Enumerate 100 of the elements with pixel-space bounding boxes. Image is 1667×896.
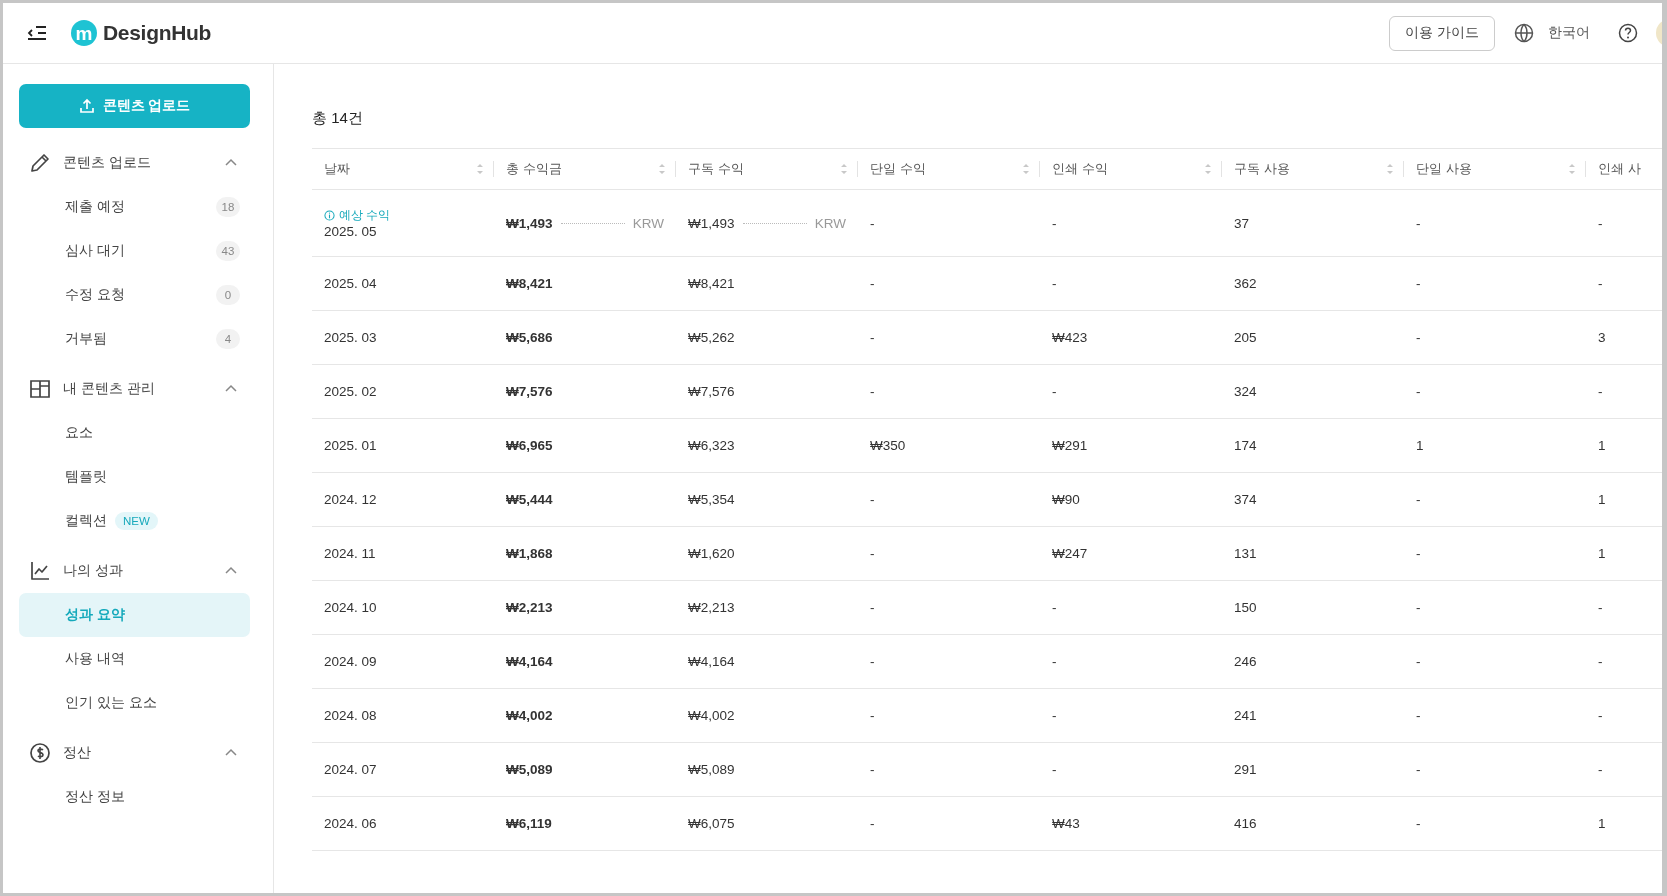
column-header[interactable]: 인쇄 수익: [1040, 149, 1222, 190]
table-cell: ₩1,620: [676, 527, 858, 581]
table-cell: -: [1404, 473, 1586, 527]
nav-item[interactable]: 인기 있는 요소: [19, 681, 250, 725]
help-icon[interactable]: [1618, 23, 1638, 43]
table-cell: ₩6,119: [494, 797, 676, 851]
table-cell: 2025. 01: [312, 419, 494, 473]
nav-item[interactable]: 심사 대기 43: [19, 229, 250, 273]
table-cell: -: [1404, 527, 1586, 581]
table-cell: ₩7,576: [676, 365, 858, 419]
table-cell: 1: [1404, 419, 1586, 473]
table-cell: 416: [1222, 797, 1404, 851]
section-header[interactable]: 콘텐츠 업로드: [63, 154, 212, 172]
table-cell: ₩423: [1040, 311, 1222, 365]
count-badge: 0: [216, 285, 240, 305]
table-cell: -: [1040, 743, 1222, 797]
column-header[interactable]: 날짜: [312, 149, 494, 190]
table-cell: 37: [1222, 190, 1404, 257]
table-cell: 2024. 08: [312, 689, 494, 743]
table-cell: -: [858, 190, 1040, 257]
guide-button[interactable]: 이용 가이드: [1389, 15, 1495, 51]
table-cell: 291: [1222, 743, 1404, 797]
table-cell: -: [1040, 257, 1222, 311]
table-cell: -: [858, 581, 1040, 635]
leader-line: [742, 222, 807, 224]
globe-icon[interactable]: [1514, 23, 1534, 43]
column-header[interactable]: 구독 사용: [1222, 149, 1404, 190]
table-cell: ₩4,164: [494, 635, 676, 689]
table-cell: -: [1404, 257, 1586, 311]
column-header[interactable]: 단일 수익: [858, 149, 1040, 190]
nav-item[interactable]: 템플릿: [19, 455, 250, 499]
nav-item[interactable]: 거부됨 4: [19, 317, 250, 361]
line-chart-icon: [29, 560, 51, 582]
table-cell: -: [1586, 581, 1662, 635]
table-cell: ₩4,164: [676, 635, 858, 689]
table-cell: ₩4,002: [676, 689, 858, 743]
section-header[interactable]: 내 콘텐츠 관리: [63, 380, 212, 398]
table-cell: ₩291: [1040, 419, 1222, 473]
table-cell: -: [1040, 365, 1222, 419]
table-cell: ₩1,493: [688, 215, 735, 231]
table-cell: ₩5,262: [676, 311, 858, 365]
table-cell: -: [1404, 190, 1586, 257]
table-cell: ₩1,493: [506, 215, 553, 231]
nav-item[interactable]: 사용 내역: [19, 637, 250, 681]
table-cell: 2024. 10: [312, 581, 494, 635]
table-cell: -: [858, 743, 1040, 797]
table-cell: ₩5,444: [494, 473, 676, 527]
table-cell: 174: [1222, 419, 1404, 473]
table-cell: ₩7,576: [494, 365, 676, 419]
table-cell: ₩1,868: [494, 527, 676, 581]
table-cell: 2024. 06: [312, 797, 494, 851]
table-cell: ₩43: [1040, 797, 1222, 851]
table-cell: -: [1404, 635, 1586, 689]
table-cell: 1: [1586, 473, 1662, 527]
logo-text[interactable]: DesignHub: [103, 21, 212, 45]
table-cell: 1: [1586, 527, 1662, 581]
column-header[interactable]: 인쇄 사: [1586, 149, 1662, 190]
nav-item[interactable]: 정산 정보: [19, 775, 250, 819]
table-cell: -: [858, 527, 1040, 581]
table-cell: -: [1586, 743, 1662, 797]
table-cell: ₩4,002: [494, 689, 676, 743]
new-badge: NEW: [115, 512, 158, 530]
table-cell: 150: [1222, 581, 1404, 635]
column-header[interactable]: 총 수익금: [494, 149, 676, 190]
table-cell: ₩90: [1040, 473, 1222, 527]
table-cell: -: [1404, 365, 1586, 419]
count-badge: 43: [216, 241, 240, 261]
column-header[interactable]: 구독 수익: [676, 149, 858, 190]
language-selector[interactable]: 한국어: [1548, 24, 1590, 42]
column-header[interactable]: 단일 사용: [1404, 149, 1586, 190]
table-cell: 374: [1222, 473, 1404, 527]
table-cell: ₩8,421: [676, 257, 858, 311]
leader-line: [560, 222, 625, 224]
table-cell: 2025. 05: [324, 224, 377, 239]
table-cell: ₩2,213: [494, 581, 676, 635]
menu-collapse-icon[interactable]: [27, 25, 47, 41]
table-cell: -: [1040, 689, 1222, 743]
table-cell: -: [858, 365, 1040, 419]
section-header[interactable]: 나의 성과: [63, 562, 212, 580]
table-cell: -: [1404, 689, 1586, 743]
layout-icon: [29, 378, 51, 400]
table-cell: 2025. 04: [312, 257, 494, 311]
nav-item[interactable]: 수정 요청 0: [19, 273, 250, 317]
table-cell: 2024. 07: [312, 743, 494, 797]
table-cell: -: [858, 797, 1040, 851]
table-cell: ₩247: [1040, 527, 1222, 581]
nav-item[interactable]: 제출 예정 18: [19, 185, 250, 229]
count-badge: 18: [216, 197, 240, 217]
table-cell: -: [1040, 635, 1222, 689]
nav-item[interactable]: 컬렉션 NEW: [19, 499, 250, 543]
table-cell: 1: [1586, 797, 1662, 851]
nav-item[interactable]: 요소: [19, 411, 250, 455]
section-header[interactable]: 정산: [63, 744, 212, 762]
table-cell: -: [1404, 797, 1586, 851]
table-cell: ₩5,686: [494, 311, 676, 365]
table-cell: -: [1404, 743, 1586, 797]
table-cell: 3: [1586, 311, 1662, 365]
table-cell: ₩8,421: [494, 257, 676, 311]
table-cell: -: [858, 257, 1040, 311]
table-cell: 246: [1222, 635, 1404, 689]
